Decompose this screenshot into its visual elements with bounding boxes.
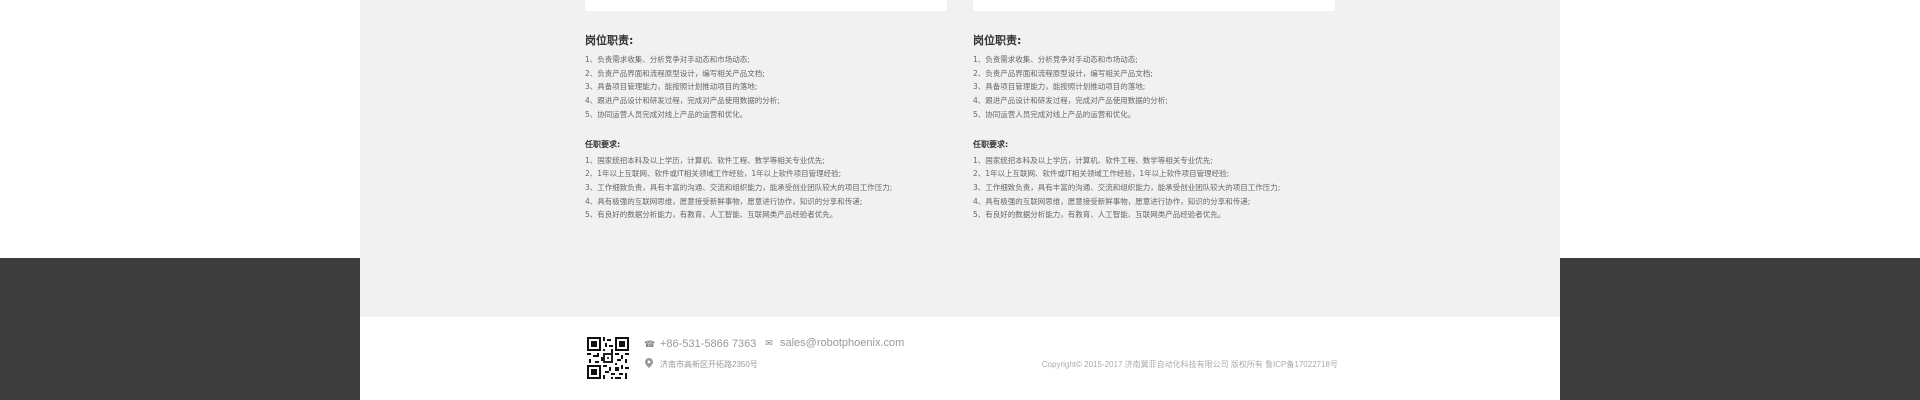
phone-icon: ☎ [644,338,656,349]
address-text: 济南市高新区开拓路2350号 [660,359,758,369]
requirements-list: 1、国家统招本科及以上学历，计算机、软件工程、数学等相关专业优先; 2、1年以上… [973,154,1373,223]
list-item: 5、有良好的数据分析能力，有教育、人工智能、互联网类产品经验者优先。 [585,210,838,220]
list-item: 3、具备项目管理能力，能按照计划推动项目的落地; [585,82,758,92]
list-item: 4、跟进产品设计和研发过程，完成对产品使用数据的分析; [973,96,1168,106]
list-item: 2、负责产品界面和流程原型设计，编写相关产品文档; [585,68,765,78]
list-item: 4、具有极强的互联网思维，愿意接受新鲜事物，愿意进行协作，知识的分享和传递; [973,196,1251,206]
duties-list: 1、负责需求收集、分析竞争对手动态和市场动态; 2、负责产品界面和流程原型设计，… [973,53,1373,122]
list-item: 5、协同运营人员完成对线上产品的运营和优化。 [585,109,748,119]
list-item: 2、1年以上互联网、软件或IT相关领域工作经验，1年以上软件项目管理经验; [585,169,842,179]
qr-code-icon [587,337,629,379]
list-item: 1、国家统招本科及以上学历，计算机、软件工程、数学等相关专业优先; [973,155,1213,165]
jobs-content-area: 岗位职责: 1、负责需求收集、分析竞争对手动态和市场动态; 2、负责产品界面和流… [360,0,1560,317]
list-item: 5、协同运营人员完成对线上产品的运营和优化。 [973,109,1136,119]
requirements-heading: 任职要求: [973,139,1009,149]
location-pin-icon [644,358,654,370]
list-item: 1、负责需求收集、分析竞争对手动态和市场动态; [585,55,750,64]
job-column-right: 岗位职责: 1、负责需求收集、分析竞争对手动态和市场动态; 2、负责产品界面和流… [973,34,1373,222]
duties-list: 1、负责需求收集、分析竞争对手动态和市场动态; 2、负责产品界面和流程原型设计，… [585,53,985,122]
footer-email[interactable]: ✉ sales@robotphoenix.com [764,337,904,349]
list-item: 4、跟进产品设计和研发过程，完成对产品使用数据的分析; [585,96,780,106]
page: 岗位职责: 1、负责需求收集、分析竞争对手动态和市场动态; 2、负责产品界面和流… [0,0,1920,400]
job-card-header-right [973,0,1335,11]
job-column-left: 岗位职责: 1、负责需求收集、分析竞争对手动态和市场动态; 2、负责产品界面和流… [585,34,985,222]
copyright-text: Copyright© 2015-2017 济南翼菲自动化科技有限公司 版权所有 … [1041,360,1338,369]
list-item: 1、负责需求收集、分析竞争对手动态和市场动态; [973,55,1138,64]
list-item: 1、国家统招本科及以上学历，计算机、软件工程、数学等相关专业优先; [585,155,825,165]
footer-phone: ☎ +86-531-5866 7363 [644,338,756,350]
email-link[interactable]: sales@robotphoenix.com [780,337,904,349]
list-item: 2、负责产品界面和流程原型设计，编写相关产品文档; [973,68,1153,78]
requirements-list: 1、国家统招本科及以上学历，计算机、软件工程、数学等相关专业优先; 2、1年以上… [585,154,985,223]
site-footer: ☎ +86-531-5866 7363 ✉ sales@robotphoenix… [360,317,1560,400]
job-card-header-left [585,0,947,11]
list-item: 5、有良好的数据分析能力，有教育、人工智能、互联网类产品经验者优先。 [973,210,1226,220]
requirements-heading: 任职要求: [585,139,621,149]
mail-icon: ✉ [765,337,773,348]
list-item: 3、具备项目管理能力，能按照计划推动项目的落地; [973,82,1146,92]
list-item: 3、工作细致负责，具有丰富的沟通、交流和组织能力，能承受创业团队较大的项目工作压… [973,182,1281,192]
list-item: 4、具有极强的互联网思维，愿意接受新鲜事物，愿意进行协作，知识的分享和传递; [585,196,863,206]
list-item: 3、工作细致负责，具有丰富的沟通、交流和组织能力，能承受创业团队较大的项目工作压… [585,182,893,192]
duties-heading: 岗位职责: [973,34,1022,47]
list-item: 2、1年以上互联网、软件或IT相关领域工作经验，1年以上软件项目管理经验; [973,169,1230,179]
footer-address: 济南市高新区开拓路2350号 [644,358,758,370]
duties-heading: 岗位职责: [585,34,634,47]
phone-number: +86-531-5866 7363 [660,338,757,350]
